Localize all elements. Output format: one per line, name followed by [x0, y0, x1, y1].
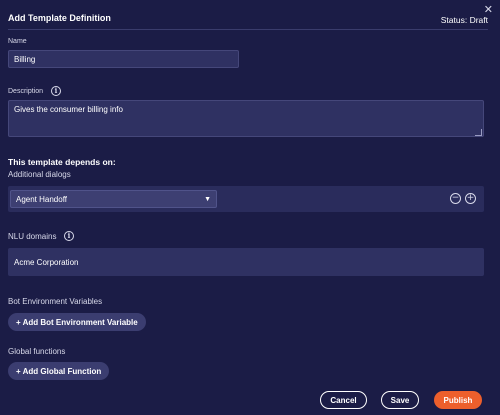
chevron-down-icon: ▼: [204, 195, 211, 203]
nlu-info-icon[interactable]: i: [64, 231, 74, 241]
add-global-function-button[interactable]: + Add Global Function: [8, 362, 110, 380]
save-button[interactable]: Save: [381, 391, 419, 409]
description-label: Description: [8, 88, 44, 95]
publish-button[interactable]: Publish: [434, 391, 482, 409]
nlu-domain-value: Acme Corporation: [14, 257, 79, 267]
cancel-button[interactable]: Cancel: [320, 391, 367, 409]
description-textarea[interactable]: Gives the consumer billing info: [8, 100, 484, 137]
global-functions-label: Global functions: [8, 347, 66, 356]
close-icon[interactable]: ✕: [484, 3, 493, 16]
name-label: Name: [8, 38, 27, 45]
additional-dialogs-label: Additional dialogs: [8, 170, 71, 179]
bot-env-label: Bot Environment Variables: [8, 297, 103, 306]
status-badge: Status: Draft: [440, 15, 488, 25]
header-divider: [8, 29, 488, 30]
nlu-domains-label: NLU domains: [8, 232, 57, 241]
remove-dialog-button[interactable]: −: [450, 193, 461, 204]
nlu-domains-field[interactable]: Acme Corporation: [8, 248, 484, 276]
resize-handle-icon[interactable]: [475, 129, 482, 136]
depends-heading: This template depends on:: [8, 157, 116, 167]
dialog-title: Add Template Definition: [8, 13, 111, 23]
add-dialog-button[interactable]: +: [465, 193, 476, 204]
description-info-icon[interactable]: i: [51, 86, 61, 96]
additional-dialog-select[interactable]: Agent Handoff ▼: [10, 190, 217, 208]
name-input[interactable]: [8, 50, 239, 68]
selected-dialog-value: Agent Handoff: [16, 194, 68, 204]
add-bot-env-variable-button[interactable]: + Add Bot Environment Variable: [8, 313, 146, 331]
